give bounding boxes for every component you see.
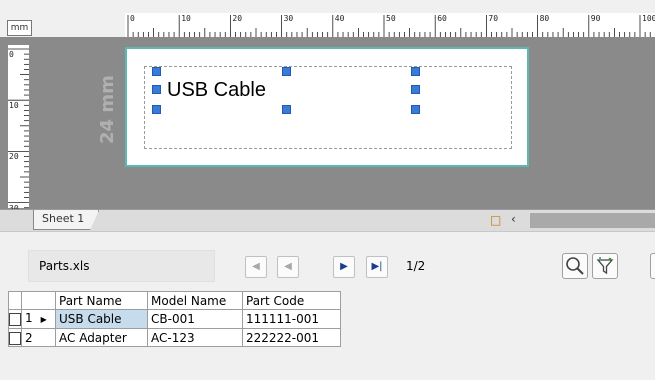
resize-handle-top-center[interactable] [282,67,291,76]
resize-handle-bottom-left[interactable] [152,105,161,114]
ruler-label: 0 [130,14,135,23]
table-row[interactable]: 1 ▶ USB Cable CB-001 111111-001 [8,309,341,329]
ruler-label: 10 [181,14,191,23]
add-sheet-icon[interactable]: □ [490,213,501,227]
cell-model-name[interactable]: AC-123 [147,328,243,347]
next-record-icon: ▶ [340,261,348,272]
next-record-button[interactable]: ▶ [333,256,355,278]
database-file-name: Parts.xls [28,250,215,282]
sheet-bar: Sheet 1 □ ‹ [0,209,655,231]
label-text-object[interactable]: USB Cable [167,79,266,102]
horizontal-scrollbar[interactable] [530,213,655,228]
first-record-icon: ◀​ [252,261,260,272]
search-button[interactable] [562,253,588,279]
horizontal-ruler: 0 10 20 30 40 50 60 70 80 90 100 [125,13,655,37]
cell-model-name[interactable]: CB-001 [147,309,243,329]
row-checkbox[interactable] [9,313,21,326]
ruler-unit: mm [7,20,32,36]
resize-handle-bottom-right[interactable] [411,105,420,114]
database-panel: Parts.xls ◀​ ◀ ▶ ▶| 1/2 Part Name Mo [0,231,655,380]
cell-part-name[interactable]: AC Adapter [55,328,148,347]
toolbar-overflow[interactable] [650,253,655,279]
filter-button[interactable] [592,253,618,279]
column-header-part-code[interactable]: Part Code [242,291,341,310]
current-row-icon: ▶ [40,315,47,324]
cell-part-name[interactable]: USB Cable [55,309,148,329]
resize-handle-bottom-center[interactable] [282,105,291,114]
header-check-cell [8,291,22,310]
ruler-label: 20 [232,14,243,23]
cell-part-code[interactable]: 111111-001 [242,309,341,329]
column-header-part-name[interactable]: Part Name [55,291,148,310]
resize-handle-top-right[interactable] [411,67,420,76]
previous-record-button[interactable]: ◀ [277,256,299,278]
resize-handle-middle-left[interactable] [152,85,161,94]
ruler-label: 10 [9,101,19,111]
sheet-tab[interactable]: Sheet 1 [33,210,100,230]
table-row[interactable]: 2 AC Adapter AC-123 222222-001 [8,328,341,347]
ruler-label: 90 [590,14,601,23]
ruler-label: 100 [642,14,655,23]
page-indicator: 1/2 [406,259,426,273]
row-number: 1 [25,311,33,325]
label-canvas[interactable]: USB Cable [125,47,529,167]
column-header-model-name[interactable]: Model Name [147,291,243,310]
ruler-label: 0 [9,50,14,59]
row-number: 2 [25,330,33,345]
header-number-cell [21,291,56,310]
row-checkbox[interactable] [9,331,21,345]
vertical-ruler: 0102030 [8,45,29,213]
last-record-icon: ▶| [371,261,383,272]
resize-handle-middle-right[interactable] [411,85,420,94]
database-table: Part Name Model Name Part Code 1 ▶ USB Ca… [8,291,341,347]
last-record-button[interactable]: ▶| [366,256,388,278]
filter-icon [596,257,614,275]
first-record-button[interactable]: ◀​ [245,256,267,278]
ruler-label: 40 [334,14,345,23]
ruler-label: 80 [539,14,550,23]
ruler-label: 60 [437,14,447,23]
ruler-label: 50 [386,14,396,23]
scroll-left-icon[interactable]: ‹ [511,212,516,226]
cell-part-code[interactable]: 222222-001 [242,328,341,347]
resize-handle-top-left[interactable] [152,67,161,76]
previous-record-icon: ◀ [284,261,292,272]
ruler-label: 70 [488,14,499,23]
ruler-label: 30 [283,14,294,23]
ruler-label: 20 [9,152,19,162]
search-icon [566,257,584,275]
